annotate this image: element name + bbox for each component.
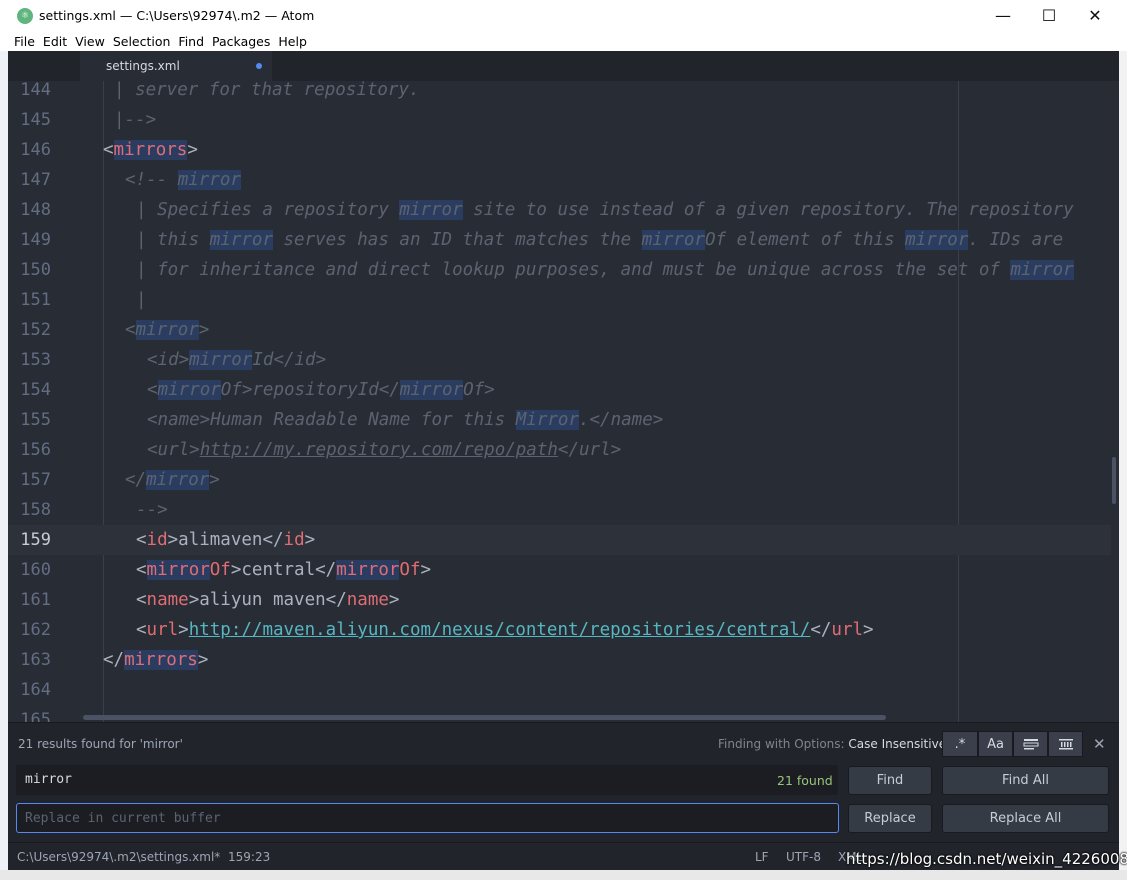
code-line: 161 <name>aliyun maven</name> [8,585,1111,615]
code-line: 156 <url>http://my.repository.com/repo/p… [8,435,1111,465]
find-results-description: 21 results found for 'mirror' [18,737,183,751]
title-bar: ⚛ settings.xml — C:\Users\92974\.m2 — At… [0,0,1127,31]
code-line: 152 <mirror> [8,315,1111,345]
tab-settings-xml[interactable]: settings.xml [80,51,272,81]
line-ending[interactable]: LF [755,850,769,864]
menu-bar: File Edit View Selection Find Packages H… [8,31,1119,51]
code-line: 164 [8,675,1111,705]
close-window-button[interactable]: ✕ [1072,0,1118,31]
replace-button[interactable]: Replace [848,804,932,833]
line-number: 149 [20,230,51,250]
find-button[interactable]: Find [848,766,932,795]
vertical-scrollbar[interactable] [1112,457,1116,504]
file-encoding[interactable]: UTF-8 [786,850,821,864]
line-number: 156 [20,440,51,460]
line-number: 146 [20,140,51,160]
line-number: 162 [20,620,51,640]
file-path[interactable]: C:\Users\92974\.m2\settings.xml* [17,850,220,864]
line-number: 158 [20,500,51,520]
code-line: 160 <mirrorOf>central</mirrorOf> [8,555,1111,585]
replace-input[interactable] [16,803,839,833]
code-line-current: 159 <id>alimaven</id> [8,525,1111,555]
desktop-taskbar [0,870,1127,880]
code-line: 155 <name>Human Readable Name for this M… [8,405,1111,435]
code-line: 151 | [8,285,1111,315]
code-line: 148 | Specifies a repository mirror site… [8,195,1111,225]
line-number: 160 [20,560,51,580]
menu-find[interactable]: Find [178,34,204,49]
menu-selection[interactable]: Selection [113,34,171,49]
menu-packages[interactable]: Packages [212,34,270,49]
code-line: 154 <mirrorOf>repositoryId</mirrorOf> [8,375,1111,405]
in-selection-toggle-button[interactable] [1013,731,1048,757]
minimize-button[interactable]: — [980,0,1026,31]
horizontal-scrollbar[interactable] [83,715,886,720]
desktop-background-left [0,51,8,880]
code-line: 163 </mirrors> [8,645,1111,675]
line-number: 161 [20,590,51,610]
find-all-button[interactable]: Find All [942,766,1109,795]
line-number: 163 [20,650,51,670]
line-number: 164 [20,680,51,700]
case-sensitive-toggle-button[interactable]: Aa [978,731,1013,757]
close-find-panel-icon[interactable]: ✕ [1093,735,1106,753]
code-line: 157 </mirror> [8,465,1111,495]
line-number: 144 [20,81,51,100]
menu-file[interactable]: File [14,34,35,49]
line-number: 165 [20,710,51,722]
maximize-button[interactable]: ☐ [1026,0,1072,31]
whole-word-toggle-button[interactable] [1048,731,1083,757]
tab-bar: settings.xml [8,51,1119,81]
find-replace-panel: 21 results found for 'mirror' Finding wi… [8,722,1119,842]
menu-edit[interactable]: Edit [43,34,67,49]
line-number: 154 [20,380,51,400]
line-number: 150 [20,260,51,280]
line-number: 145 [20,110,51,130]
line-number: 155 [20,410,51,430]
menu-view[interactable]: View [75,34,105,49]
found-count: 21 found [777,773,833,788]
cursor-position[interactable]: 159:23 [228,850,270,864]
line-number: 153 [20,350,51,370]
replace-all-button[interactable]: Replace All [942,804,1109,833]
code-line: 150 | for inheritance and direct lookup … [8,255,1111,285]
modified-indicator-icon [256,63,262,69]
find-input[interactable]: mirror [16,765,838,795]
code-line: 149 | this mirror serves has an ID that … [8,225,1111,255]
code-line: 145 |--> [8,105,1111,135]
find-options-label: Finding with Options: Case Insensitive [718,737,947,751]
line-number: 157 [20,470,51,490]
code-line: 158 --> [8,495,1111,525]
code-line: 153 <id>mirrorId</id> [8,345,1111,375]
editor-pane: settings.xml 144 | server for that repos… [8,51,1119,870]
line-number: 147 [20,170,51,190]
code-line: 147 <!-- mirror [8,165,1111,195]
line-number: 151 [20,290,51,310]
whole-word-icon [1058,739,1073,750]
line-number: 152 [20,320,51,340]
code-line: 144 | server for that repository. [8,81,1111,105]
regex-toggle-button[interactable]: .* [942,731,978,757]
watermark: https://blog.csdn.net/weixin_42260083 [846,850,1127,868]
line-number: 159 [20,530,51,550]
code-editor[interactable]: 144 | server for that repository. 145 |-… [8,81,1119,722]
menu-help[interactable]: Help [278,34,307,49]
atom-logo-icon: ⚛ [17,7,33,24]
line-number: 148 [20,200,51,220]
code-line: 146 <mirrors> [8,135,1111,165]
tab-title: settings.xml [106,59,180,73]
code-line: 162 <url>http://maven.aliyun.com/nexus/c… [8,615,1111,645]
desktop-background-right [1119,51,1127,880]
selection-icon [1023,739,1038,750]
window-title: settings.xml — C:\Users\92974\.m2 — Atom [39,8,315,23]
